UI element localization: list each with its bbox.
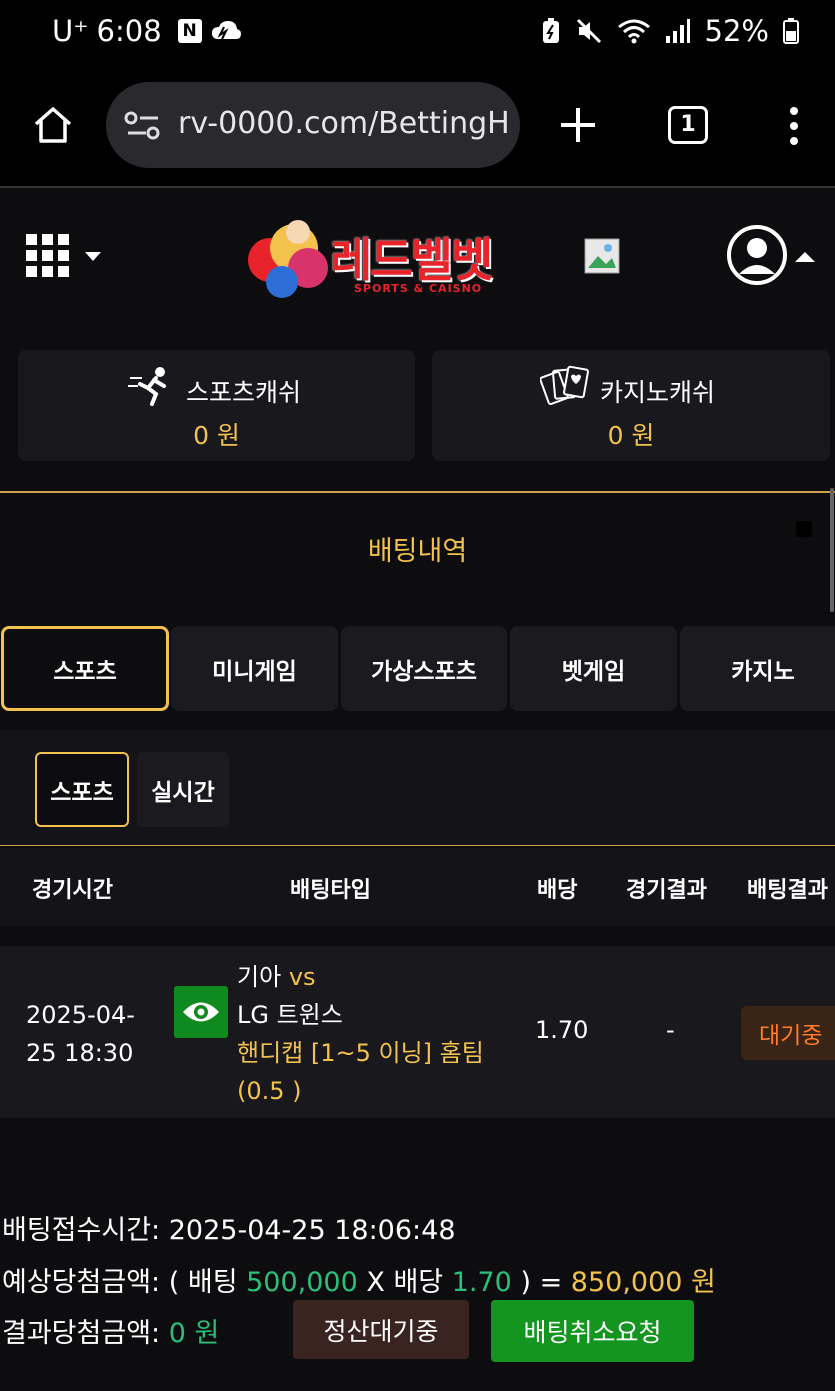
subtab-sports[interactable]: 스포츠 — [35, 752, 129, 827]
mute-icon — [576, 18, 601, 44]
battery-icon — [783, 18, 799, 44]
open-paren-bet: ( 배팅 — [168, 1267, 238, 1298]
row-time: 25 18:30 — [26, 1039, 134, 1067]
naver-icon: N — [177, 19, 202, 43]
status-left: U⁺ 6:08 N — [52, 14, 242, 48]
address-bar[interactable]: rv-0000.com/BettingH — [106, 82, 520, 168]
bet-type: 핸디캡 [1~5 이닝] 홈팀 — [237, 1039, 484, 1067]
status-bar: U⁺ 6:08 N 52% — [0, 0, 835, 70]
col-header-bet-type: 배팅타입 — [290, 878, 371, 903]
table-header: 경기시간 배팅타입 배당 경기결과 배팅결과 — [0, 848, 835, 926]
col-header-odds: 배당 — [537, 878, 578, 903]
equals-label: ) = — [520, 1267, 563, 1298]
summary-odds: 1.70 — [451, 1267, 512, 1298]
eye-icon — [183, 1002, 219, 1022]
logo-mascots-image — [248, 220, 328, 298]
category-tabs: 스포츠 미니게임 가상스포츠 벳게임 카지노 — [0, 626, 835, 711]
tab-betgame[interactable]: 벳게임 — [510, 626, 677, 711]
tab-sports[interactable]: 스포츠 — [1, 626, 169, 711]
view-detail-button[interactable] — [174, 986, 228, 1038]
site-settings-icon[interactable] — [124, 110, 162, 142]
tab-casino[interactable]: 카지노 — [680, 626, 835, 711]
col-header-match-result: 경기결과 — [626, 878, 707, 903]
status-right: 52% — [541, 14, 799, 48]
home-icon[interactable] — [32, 104, 74, 146]
received-value: 2025-04-25 18:06:48 — [168, 1215, 456, 1246]
browser-toolbar: rv-0000.com/BettingH 1 — [0, 70, 835, 188]
divider-table — [0, 845, 835, 846]
casino-cash-value: 0 원 — [607, 421, 655, 450]
battery-percent: 52% — [704, 14, 769, 48]
user-account-icon[interactable] — [727, 224, 819, 286]
sports-cash-label: 스포츠캐쉬 — [186, 378, 302, 407]
cancel-bet-request-button[interactable]: 배팅취소요청 — [491, 1300, 694, 1362]
broken-image-icon — [584, 238, 620, 274]
settlement-pending-button[interactable]: 정산대기중 — [293, 1300, 469, 1359]
site-logo[interactable]: 레드벨벳 — [330, 224, 493, 290]
signal-icon — [665, 19, 690, 43]
team-home: 기아 — [237, 963, 282, 991]
row-odds: 1.70 — [535, 1016, 589, 1044]
row-bet-info: 기아 vs LG 트윈스 핸디캡 [1~5 이닝] 홈팀 (0.5 ) — [237, 958, 517, 1110]
site-logo-subtitle: SPORTS & CAISNO — [354, 282, 483, 295]
carrier-label: U⁺ — [52, 14, 89, 48]
tab-minigame[interactable]: 미니게임 — [171, 626, 338, 711]
expected-label: 예상당첨금액: — [2, 1267, 161, 1298]
running-icon — [128, 367, 166, 406]
received-time-line: 배팅접수시간: 2025-04-25 18:06:48 — [2, 1208, 456, 1247]
url-text[interactable]: rv-0000.com/BettingH — [178, 106, 508, 141]
casino-cash-box: 카지노캐쉬 0 원 — [432, 350, 830, 461]
expected-value: 850,000 원 — [570, 1267, 716, 1298]
col-header-bet-result: 배팅결과 — [747, 878, 828, 903]
square-marker — [796, 521, 812, 537]
table-row: 2025-04- 25 18:30 기아 vs LG 트윈스 핸디캡 [1~5 … — [0, 946, 835, 1118]
new-tab-icon[interactable] — [559, 106, 597, 144]
more-menu-icon[interactable] — [786, 106, 802, 146]
battery-saver-icon — [542, 18, 559, 43]
row-date: 2025-04- — [26, 1001, 135, 1029]
site-header: 레드벨벳 SPORTS & CAISNO — [0, 188, 835, 338]
wifi-icon — [617, 19, 650, 44]
team-away: LG 트윈스 — [237, 1001, 343, 1029]
tab-switcher-button[interactable]: 1 — [668, 106, 708, 144]
section-header: 배팅내역 — [0, 493, 835, 606]
page-title: 배팅내역 — [367, 536, 468, 567]
scrollbar[interactable] — [830, 488, 834, 612]
stake-amount: 500,000 — [246, 1267, 358, 1298]
cloud-icon — [211, 21, 241, 40]
bet-value: (0.5 ) — [237, 1077, 302, 1105]
result-win-line: 결과당첨금액: 0 원 — [2, 1311, 219, 1350]
received-label: 배팅접수시간: — [2, 1215, 161, 1246]
row-match-time: 2025-04- 25 18:30 — [26, 996, 135, 1072]
result-value: 0 원 — [168, 1318, 220, 1349]
subtab-live[interactable]: 실시간 — [137, 752, 229, 827]
casino-cash-label: 카지노캐쉬 — [600, 378, 716, 407]
grid-menu-icon[interactable] — [26, 234, 104, 278]
col-header-time: 경기시간 — [32, 878, 113, 903]
cards-icon — [540, 365, 589, 406]
clock: 6:08 — [96, 14, 162, 48]
status-badge: 대기중 — [741, 1006, 835, 1060]
row-match-result: - — [666, 1016, 675, 1044]
sports-cash-value: 0 원 — [193, 421, 240, 450]
tab-virtual-sports[interactable]: 가상스포츠 — [341, 626, 507, 711]
subtab-panel: 스포츠 실시간 — [0, 730, 835, 846]
result-label: 결과당첨금액: — [2, 1318, 161, 1349]
expected-win-line: 예상당첨금액: ( 배팅 500,000 X 배당 1.70 ) = 850,0… — [2, 1260, 716, 1299]
vs-label: vs — [288, 963, 316, 991]
sports-cash-box: 스포츠캐쉬 0 원 — [18, 350, 415, 461]
x-odds-label: X 배당 — [366, 1267, 444, 1298]
